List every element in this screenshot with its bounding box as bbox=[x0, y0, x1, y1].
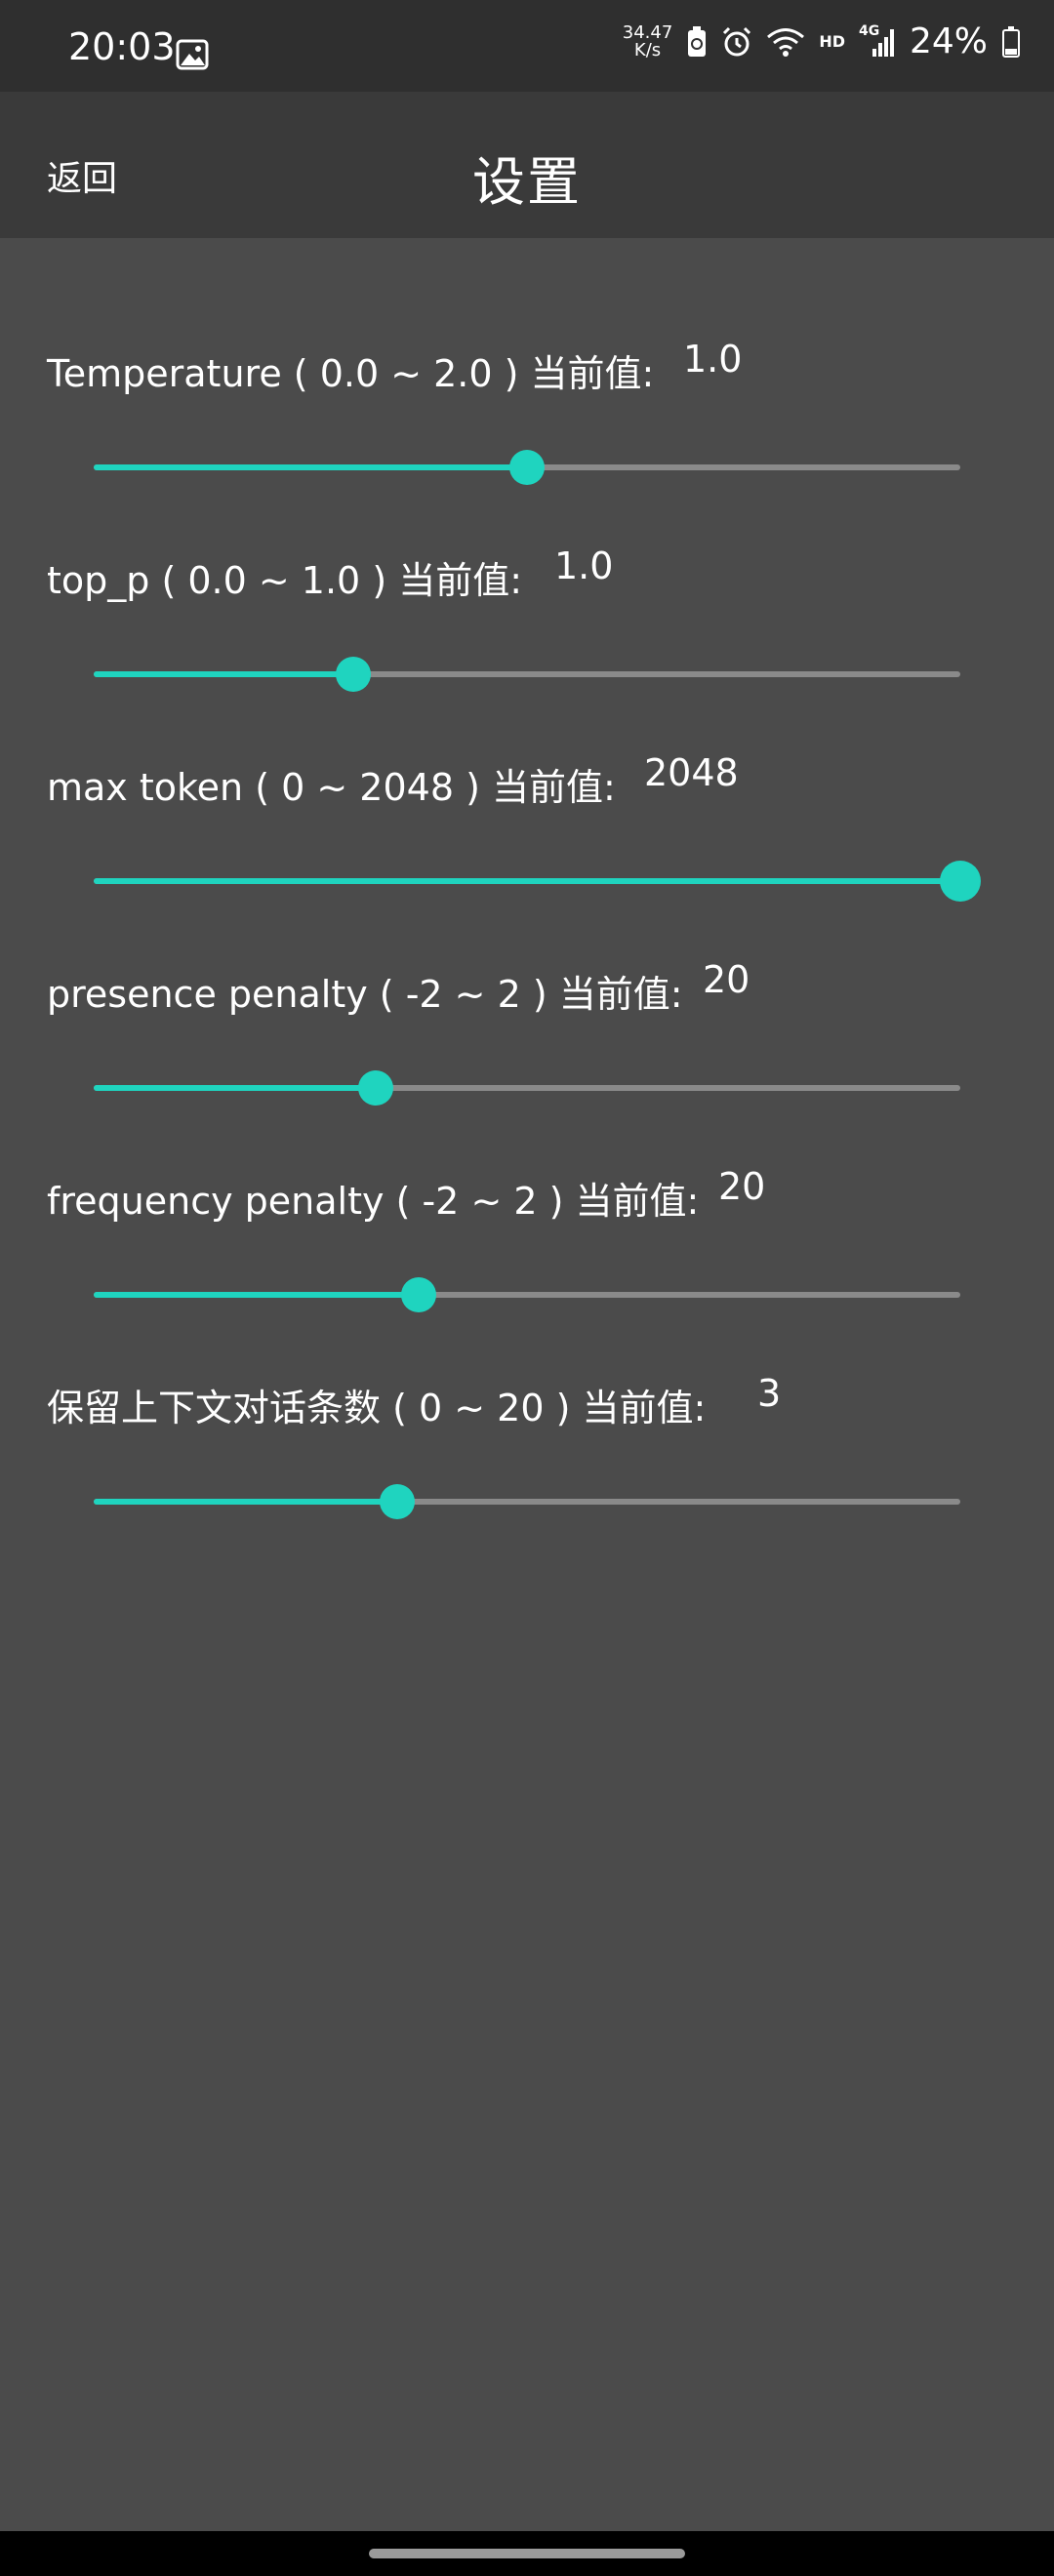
slider-fill bbox=[94, 671, 354, 677]
slider-thumb[interactable] bbox=[401, 1277, 436, 1312]
setting-value: 2048 bbox=[644, 751, 739, 794]
alarm-icon bbox=[723, 26, 751, 56]
setting-value: 20 bbox=[703, 958, 750, 1001]
frequency-penalty-slider[interactable] bbox=[94, 1277, 960, 1312]
slider-fill bbox=[94, 464, 527, 470]
battery-percent: 24% bbox=[909, 21, 988, 61]
slider-thumb[interactable] bbox=[379, 1484, 415, 1519]
navigation-bar bbox=[0, 2531, 1054, 2576]
status-bar: 20:03 34.47 K/s HD 4G 24% bbox=[0, 0, 1054, 92]
setting-value: 20 bbox=[718, 1165, 766, 1208]
setting-value: 1.0 bbox=[554, 544, 614, 587]
app-bar: 返回 设置 bbox=[0, 92, 1054, 238]
slider-fill bbox=[94, 1085, 376, 1091]
max-token-slider[interactable] bbox=[94, 861, 981, 902]
battery-saver-icon bbox=[688, 25, 707, 57]
presence-penalty-slider[interactable] bbox=[94, 1070, 960, 1106]
slider-fill bbox=[94, 878, 960, 884]
setting-label: presence penalty ( -2 ~ 2 ) 当前值: bbox=[47, 973, 683, 1016]
slider-thumb[interactable] bbox=[336, 657, 372, 692]
hd-indicator: HD bbox=[819, 32, 845, 51]
setting-value: 1.0 bbox=[683, 338, 743, 381]
setting-value: 3 bbox=[757, 1372, 782, 1415]
status-time: 20:03 bbox=[68, 25, 176, 68]
setting-label: top_p ( 0.0 ~ 1.0 ) 当前值: bbox=[47, 559, 523, 602]
battery-icon bbox=[1002, 25, 1020, 58]
net-speed: 34.47 K/s bbox=[622, 21, 673, 60]
temperature-slider[interactable] bbox=[94, 450, 960, 485]
setting-label: frequency penalty ( -2 ~ 2 ) 当前值: bbox=[47, 1180, 700, 1223]
slider-fill bbox=[94, 1292, 419, 1298]
slider-thumb[interactable] bbox=[509, 450, 545, 485]
signal-icon: 4G bbox=[859, 23, 896, 59]
context-count-slider[interactable] bbox=[94, 1484, 960, 1519]
top-p-slider[interactable] bbox=[94, 657, 960, 692]
slider-thumb[interactable] bbox=[357, 1070, 393, 1106]
setting-label: max token ( 0 ~ 2048 ) 当前值: bbox=[47, 766, 616, 809]
slider-thumb[interactable] bbox=[940, 861, 981, 902]
net-speed-unit: K/s bbox=[633, 39, 662, 60]
gesture-handle[interactable] bbox=[369, 2549, 685, 2558]
net-speed-value: 34.47 bbox=[622, 21, 673, 43]
image-icon bbox=[176, 39, 209, 70]
status-icons: 34.47 K/s HD 4G 24% bbox=[623, 21, 1021, 61]
setting-label: 保留上下文对话条数 ( 0 ~ 20 ) 当前值: bbox=[47, 1387, 707, 1429]
slider-fill bbox=[94, 1499, 397, 1505]
wifi-icon bbox=[767, 27, 805, 57]
page-title: 设置 bbox=[472, 151, 582, 213]
setting-label: Temperature ( 0.0 ~ 2.0 ) 当前值: bbox=[47, 352, 655, 395]
